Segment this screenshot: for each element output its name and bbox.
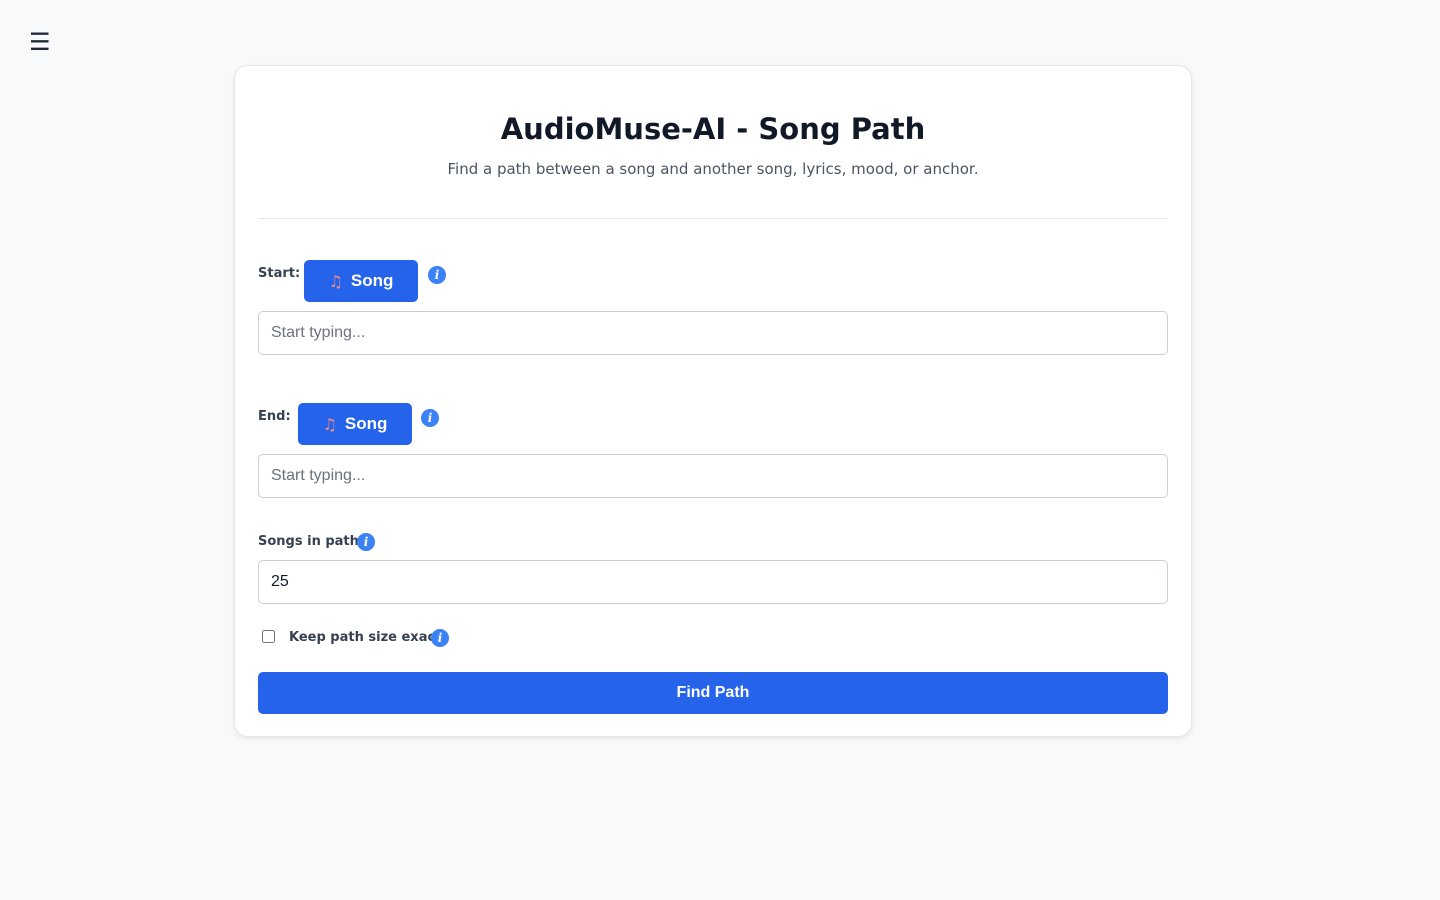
- end-info-icon[interactable]: i: [421, 409, 439, 427]
- menu-icon[interactable]: ☰: [29, 28, 53, 56]
- end-type-button[interactable]: ♫ Song: [298, 403, 412, 445]
- start-song-input[interactable]: [258, 311, 1168, 355]
- end-type-label: Song: [344, 414, 388, 433]
- keep-exact-label: Keep path size exact: [289, 630, 442, 645]
- keep-exact-info-icon[interactable]: i: [431, 629, 449, 647]
- start-type-button[interactable]: ♫ Song: [304, 260, 418, 302]
- song-path-card: AudioMuse-AI - Song Path Find a path bet…: [234, 65, 1192, 737]
- songs-in-path-input[interactable]: [258, 560, 1168, 604]
- songs-in-path-info-icon[interactable]: i: [357, 533, 375, 551]
- end-label: End:: [258, 409, 291, 424]
- start-label: Start:: [258, 266, 301, 281]
- music-note-icon: ♫: [322, 414, 337, 434]
- end-song-input[interactable]: [258, 454, 1168, 498]
- songs-in-path-label: Songs in path:: [258, 534, 365, 549]
- keep-exact-checkbox[interactable]: [262, 630, 275, 643]
- divider: [258, 218, 1168, 219]
- start-info-icon[interactable]: i: [428, 266, 446, 284]
- start-type-label: Song: [350, 271, 394, 290]
- page-title: AudioMuse-AI - Song Path: [500, 112, 926, 146]
- page-subtitle: Find a path between a song and another s…: [447, 160, 979, 178]
- music-note-icon: ♫: [328, 271, 343, 291]
- find-path-button[interactable]: Find Path: [258, 672, 1168, 714]
